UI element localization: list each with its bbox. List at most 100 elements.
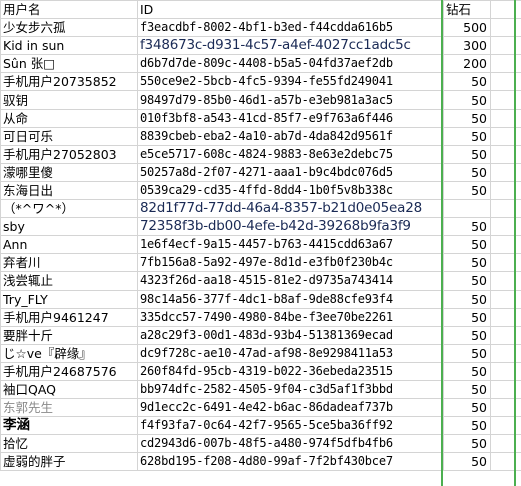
diamonds-cell[interactable]: 50	[443, 452, 491, 472]
id-cell[interactable]: cd2943d6-007b-48f5-a480-974f5dfb4fb6	[137, 434, 444, 454]
username-cell[interactable]: 可日可乐	[0, 126, 138, 146]
id-cell[interactable]: 550ce9e2-5bcb-4fc5-9394-fe55fd249041	[137, 72, 444, 92]
empty-cell[interactable]	[490, 379, 521, 400]
id-cell[interactable]: dc9f728c-ae10-47ad-af98-8e9298411a53	[137, 343, 444, 363]
diamonds-cell[interactable]: 50	[443, 253, 491, 273]
username-cell[interactable]: 从命	[0, 108, 138, 128]
username-cell[interactable]: Kid in sun	[0, 36, 138, 56]
empty-cell[interactable]	[490, 0, 521, 20]
empty-cell[interactable]	[490, 108, 521, 128]
empty-cell[interactable]	[490, 452, 521, 472]
id-cell[interactable]: f4f93fa7-0c64-42f7-9565-5ce5ba36ff92	[137, 416, 444, 436]
username-cell[interactable]: 手机用户27052803	[0, 144, 138, 164]
empty-cell[interactable]	[490, 434, 521, 454]
id-cell[interactable]: f348673c-d931-4c57-a4ef-4027cc1adc5c	[137, 36, 444, 56]
empty-cell[interactable]	[490, 343, 521, 363]
id-cell[interactable]: 8839cbeb-eba2-4a10-ab7d-4da842d9561f	[137, 126, 444, 146]
header-diamonds[interactable]: 钻石	[443, 0, 491, 20]
username-cell[interactable]: 虚弱的胖子	[0, 452, 138, 472]
empty-cell[interactable]	[490, 235, 521, 255]
username-cell[interactable]: sby	[0, 217, 138, 237]
empty-cell[interactable]	[490, 307, 521, 327]
diamonds-cell[interactable]: 50	[443, 271, 491, 291]
diamonds-cell[interactable]: 50	[443, 235, 491, 255]
diamonds-cell[interactable]: 50	[443, 108, 491, 128]
empty-cell[interactable]	[490, 253, 521, 273]
id-cell[interactable]: a28c29f3-00d1-483d-93b4-51381369ecad	[137, 325, 444, 345]
diamonds-cell[interactable]: 50	[443, 144, 491, 164]
username-cell[interactable]: 濛哪里傻	[0, 162, 138, 182]
empty-cell[interactable]	[490, 416, 521, 436]
diamonds-cell[interactable]: 50	[443, 307, 491, 327]
username-cell[interactable]: じ☆ve『辟缘』	[0, 343, 138, 363]
diamonds-cell[interactable]: 50	[443, 90, 491, 110]
header-id[interactable]: ID	[137, 0, 444, 20]
username-cell[interactable]: 手机用户24687576	[0, 361, 138, 381]
id-cell[interactable]: 7fb156a8-5a92-497e-8d1d-e3fb0f230b4c	[137, 253, 444, 273]
id-cell[interactable]: 260f84fd-95cb-4319-b022-36ebeda23515	[137, 361, 444, 381]
diamonds-cell[interactable]: 50	[443, 162, 491, 182]
diamonds-cell[interactable]	[443, 199, 491, 219]
username-cell[interactable]: 李涵	[0, 416, 138, 436]
diamonds-cell[interactable]: 50	[443, 361, 491, 381]
username-cell[interactable]: （*^ワ^*）	[0, 199, 138, 219]
empty-cell[interactable]	[490, 18, 521, 38]
id-cell[interactable]: 82d1f77d-77dd-46a4-8357-b21d0e05ea28	[137, 199, 444, 219]
diamonds-cell[interactable]: 50	[443, 289, 491, 309]
diamonds-cell[interactable]: 50	[443, 343, 491, 363]
empty-cell[interactable]	[490, 162, 521, 182]
username-cell[interactable]: 要胖十斤	[0, 325, 138, 345]
id-cell[interactable]: 4323f26d-aa18-4515-81e2-d9735a743414	[137, 271, 444, 291]
diamonds-cell[interactable]: 300	[443, 36, 491, 56]
username-cell[interactable]: 手机用户9461247	[0, 307, 138, 327]
empty-cell[interactable]	[490, 289, 521, 309]
id-cell[interactable]: 0539ca29-cd35-4ffd-8dd4-1b0f5v8b338c	[137, 180, 444, 201]
empty-cell[interactable]	[490, 126, 521, 146]
id-cell[interactable]: 98c14a56-377f-4dc1-b8af-9de88cfe93f4	[137, 289, 444, 309]
diamonds-cell[interactable]: 50	[443, 379, 491, 400]
id-cell[interactable]: 72358f3b-db00-4efe-b42d-39268b9fa3f9	[137, 217, 444, 237]
id-cell[interactable]: 9d1ecc2c-6491-4e42-b6ac-86dadeaf737b	[137, 398, 444, 418]
username-cell[interactable]: 弃者川	[0, 253, 138, 273]
diamonds-cell[interactable]: 50	[443, 72, 491, 92]
diamonds-cell[interactable]: 500	[443, 18, 491, 38]
id-cell[interactable]: e5ce5717-608c-4824-9883-8e63e2debc75	[137, 144, 444, 164]
diamonds-cell[interactable]: 50	[443, 434, 491, 454]
username-cell[interactable]: Try_FLY	[0, 289, 138, 309]
id-cell[interactable]: 335dcc57-7490-4980-84be-f3ee70be2261	[137, 307, 444, 327]
username-cell[interactable]: 驭钥	[0, 90, 138, 110]
empty-cell[interactable]	[490, 180, 521, 201]
id-cell[interactable]: bb974dfc-2582-4505-9f04-c3d5af1f3bbd	[137, 379, 444, 400]
id-cell[interactable]: 1e6f4ecf-9a15-4457-b763-4415cdd63a67	[137, 235, 444, 255]
diamonds-cell[interactable]: 50	[443, 416, 491, 436]
empty-cell[interactable]	[490, 54, 521, 74]
empty-cell[interactable]	[490, 90, 521, 110]
username-cell[interactable]: 手机用户20735852	[0, 72, 138, 92]
username-cell[interactable]: Sûn 张□	[0, 54, 138, 74]
header-username[interactable]: 用户名	[0, 0, 138, 20]
diamonds-cell[interactable]: 50	[443, 217, 491, 237]
diamonds-cell[interactable]: 50	[443, 126, 491, 146]
id-cell[interactable]: 010f3bf8-a543-41cd-85f7-e9f763a6f446	[137, 108, 444, 128]
empty-cell[interactable]	[490, 199, 521, 219]
empty-cell[interactable]	[490, 325, 521, 345]
empty-cell[interactable]	[490, 36, 521, 56]
diamonds-cell[interactable]: 50	[443, 325, 491, 345]
id-cell[interactable]: 628bd195-f208-4d80-99af-7f2bf430bce7	[137, 452, 444, 472]
username-cell[interactable]: 袖口QAQ	[0, 379, 138, 400]
diamonds-cell[interactable]: 50	[443, 398, 491, 418]
empty-cell[interactable]	[490, 271, 521, 291]
empty-cell[interactable]	[490, 217, 521, 237]
empty-cell[interactable]	[490, 144, 521, 164]
empty-cell[interactable]	[490, 72, 521, 92]
id-cell[interactable]: f3eacdbf-8002-4bf1-b3ed-f44cdda616b5	[137, 18, 444, 38]
diamonds-cell[interactable]: 200	[443, 54, 491, 74]
username-cell[interactable]: 东海日出	[0, 180, 138, 201]
username-cell[interactable]: 拾忆	[0, 434, 138, 454]
username-cell[interactable]: Ann	[0, 235, 138, 255]
empty-cell[interactable]	[490, 398, 521, 418]
username-cell[interactable]: 少女步六孤	[0, 18, 138, 38]
empty-cell[interactable]	[490, 361, 521, 381]
id-cell[interactable]: d6b7d7de-809c-4408-b5a5-04fd37aef2db	[137, 54, 444, 74]
diamonds-cell[interactable]: 50	[443, 180, 491, 201]
